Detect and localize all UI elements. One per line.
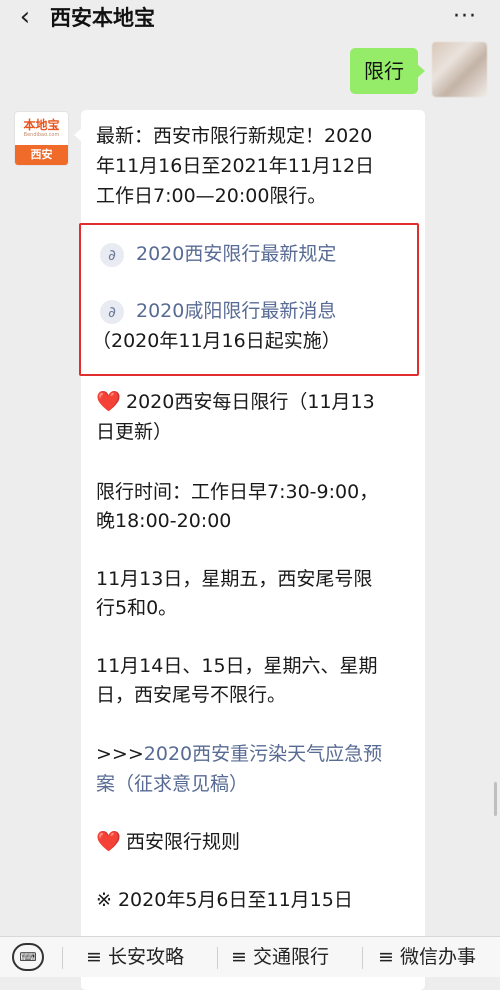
menu-wechat-services[interactable]: ≡ 微信办事 <box>378 937 476 977</box>
daily-title-line-2: 日更新） <box>96 421 173 443</box>
sender-avatar[interactable]: 本地宝 Bendibao.com 西安 <box>14 111 69 166</box>
chat-title: 西安本地宝 <box>50 6 155 30</box>
heart-icon: ❤️ <box>96 829 121 853</box>
daily-title-line-1: 2020西安每日限行（11月13 <box>126 391 375 413</box>
nov14-line-2: 日，西安尾号不限行。 <box>96 684 287 706</box>
back-chevron-icon[interactable]: ‹ <box>14 4 36 30</box>
intro-line-3: 工作日7:00—20:00限行。 <box>96 185 327 207</box>
bottom-menu-bar: ⌨ ≡ 长安攻略 ≡ 交通限行 ≡ 微信办事 <box>0 936 500 977</box>
my-avatar[interactable] <box>432 42 487 97</box>
logo-brand-text: 本地宝 <box>23 118 60 132</box>
divider <box>217 947 218 969</box>
emergency-prefix: >>> <box>96 743 144 765</box>
intro-line-2: 年11月16日至2021年11月12日 <box>96 155 375 177</box>
link-xianyang-news[interactable]: 2020咸阳限行最新消息 <box>136 297 466 326</box>
emergency-line-1: >>>2020西安重污染天气应急预 <box>96 740 426 769</box>
divider <box>362 947 363 969</box>
heart-icon: ❤️ <box>96 389 121 413</box>
nov13-line-1: 11月13日，星期五，西安尾号限 <box>96 568 373 590</box>
menu-changan-guide[interactable]: ≡ 长安攻略 <box>86 937 184 977</box>
menu-traffic-restriction[interactable]: ≡ 交通限行 <box>231 937 329 977</box>
link-xian-rules[interactable]: 2020西安限行最新规定 <box>136 240 466 269</box>
intro-line-1: 最新：西安市限行新规定！2020 <box>96 125 373 147</box>
time-line-2: 晚18:00-20:00 <box>96 510 232 532</box>
rules-title: 西安限行规则 <box>126 831 241 853</box>
date-line: ※ 2020年5月6日至11月15日 <box>96 889 353 911</box>
logo-sub-text: Bendibao.com <box>23 132 60 138</box>
emergency-plan-link[interactable]: 2020西安重污染天气应急预 <box>144 743 382 765</box>
keyboard-icon[interactable]: ⌨ <box>12 943 44 971</box>
top-bar: ‹ 西安本地宝 ··· <box>0 0 500 36</box>
divider <box>62 947 63 969</box>
link-icon: ∂ <box>100 243 124 267</box>
more-dots-icon[interactable]: ··· <box>452 6 478 28</box>
logo-city-text: 西安 <box>15 145 68 165</box>
time-line-1: 限行时间：工作日早7:30-9:00， <box>96 481 379 503</box>
emergency-plan-link-cont[interactable]: 案（征求意见稿） <box>96 770 426 799</box>
scrollbar[interactable] <box>494 782 497 816</box>
link-note: （2020年11月16日起实施） <box>92 330 341 352</box>
nov14-line-1: 11月14日、15日，星期六、星期 <box>96 655 378 677</box>
nov13-line-2: 行5和0。 <box>96 597 178 619</box>
link-icon: ∂ <box>100 300 124 324</box>
outgoing-message[interactable]: 限行 <box>350 48 425 94</box>
